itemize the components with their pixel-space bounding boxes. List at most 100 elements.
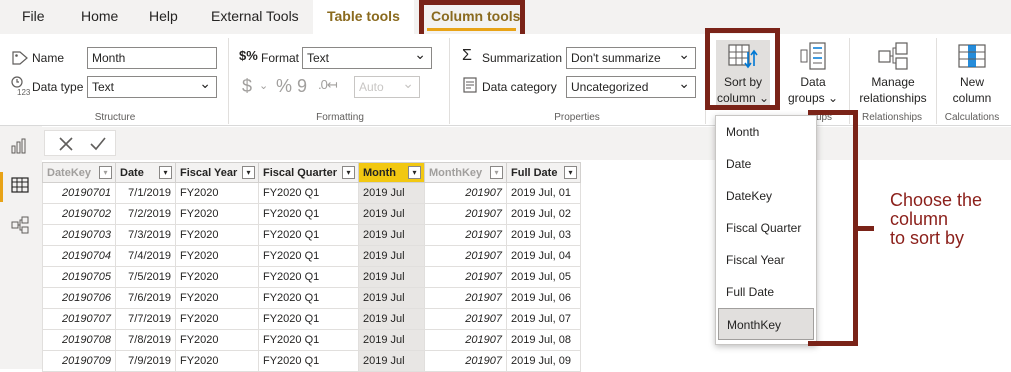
menu-item-full-date[interactable]: Full Date [716, 276, 816, 308]
column-header[interactable]: MonthKey ▾ [424, 162, 507, 183]
table-cell[interactable]: FY2020 Q1 [258, 266, 359, 288]
report-view-icon[interactable] [11, 138, 29, 154]
table-cell[interactable]: FY2020 Q1 [258, 182, 359, 204]
filter-dropdown-icon[interactable]: ▾ [342, 166, 355, 179]
filter-dropdown-icon[interactable]: ▾ [564, 166, 577, 179]
percent-button[interactable]: % [276, 76, 292, 97]
table-cell[interactable]: 201907 [424, 350, 507, 372]
data-groups-button[interactable]: Data groups ⌄ [786, 42, 840, 106]
filter-dropdown-icon[interactable]: ▾ [99, 166, 112, 179]
table-cell[interactable]: 2019 Jul, 05 [506, 266, 581, 288]
table-cell[interactable]: 2019 Jul, 02 [506, 203, 581, 225]
table-cell[interactable]: FY2020 Q1 [258, 287, 359, 309]
table-cell[interactable]: 7/5/2019 [115, 266, 176, 288]
menu-item-monthkey[interactable]: MonthKey [718, 308, 814, 340]
table-cell[interactable]: 201907 [424, 308, 507, 330]
table-cell[interactable]: 20190706 [42, 287, 116, 309]
close-icon[interactable] [58, 136, 74, 152]
table-cell[interactable]: 2019 Jul [358, 182, 425, 204]
table-cell[interactable]: FY2020 [175, 329, 259, 351]
chevron-down-icon[interactable]: ⌄ [259, 79, 268, 92]
table-cell[interactable]: 20190703 [42, 224, 116, 246]
table-cell[interactable]: 2019 Jul, 07 [506, 308, 581, 330]
table-cell[interactable]: 201907 [424, 329, 507, 351]
model-view-icon[interactable] [11, 216, 29, 234]
menu-item-fiscal-quarter[interactable]: Fiscal Quarter [716, 212, 816, 244]
table-cell[interactable]: 7/9/2019 [115, 350, 176, 372]
table-cell[interactable]: 2019 Jul [358, 350, 425, 372]
table-cell[interactable]: 2019 Jul, 04 [506, 245, 581, 267]
comma-style-button[interactable]: 9 [297, 76, 307, 97]
menu-item-month[interactable]: Month [716, 116, 816, 148]
table-cell[interactable]: 2019 Jul [358, 224, 425, 246]
column-header-selected[interactable]: Month ▾ [358, 162, 425, 183]
name-field[interactable]: Month [87, 47, 217, 69]
table-cell[interactable]: FY2020 Q1 [258, 245, 359, 267]
table-cell[interactable]: FY2020 [175, 308, 259, 330]
table-cell[interactable]: 2019 Jul, 06 [506, 287, 581, 309]
table-cell[interactable]: FY2020 Q1 [258, 329, 359, 351]
table-cell[interactable]: 2019 Jul, 08 [506, 329, 581, 351]
table-cell[interactable]: 20190704 [42, 245, 116, 267]
table-cell[interactable]: FY2020 Q1 [258, 224, 359, 246]
table-cell[interactable]: 7/8/2019 [115, 329, 176, 351]
table-cell[interactable]: FY2020 [175, 224, 259, 246]
table-cell[interactable]: 7/1/2019 [115, 182, 176, 204]
table-cell[interactable]: FY2020 [175, 203, 259, 225]
column-header[interactable]: Full Date ▾ [506, 162, 581, 183]
summarization-select[interactable]: Don't summarize [566, 44, 696, 69]
table-cell[interactable]: 7/6/2019 [115, 287, 176, 309]
table-cell[interactable]: 20190702 [42, 203, 116, 225]
filter-dropdown-icon[interactable]: ▾ [159, 166, 172, 179]
table-cell[interactable]: 20190708 [42, 329, 116, 351]
tab-table-tools[interactable]: Table tools [313, 0, 414, 38]
table-cell[interactable]: 2019 Jul [358, 266, 425, 288]
table-cell[interactable]: FY2020 [175, 287, 259, 309]
table-cell[interactable]: 2019 Jul [358, 203, 425, 225]
table-cell[interactable]: 2019 Jul [358, 287, 425, 309]
menu-item-date[interactable]: Date [716, 148, 816, 180]
column-header[interactable]: DateKey ▾ [42, 162, 116, 183]
table-cell[interactable]: 2019 Jul, 09 [506, 350, 581, 372]
filter-dropdown-icon[interactable]: ▾ [490, 166, 503, 179]
table-cell[interactable]: 20190701 [42, 182, 116, 204]
check-icon[interactable] [89, 136, 107, 152]
tab-external-tools[interactable]: External Tools [211, 0, 299, 34]
table-cell[interactable]: 20190709 [42, 350, 116, 372]
new-column-button[interactable]: New column [944, 42, 1000, 106]
data-category-select[interactable]: Uncategorized [566, 73, 696, 98]
table-cell[interactable]: FY2020 Q1 [258, 308, 359, 330]
filter-dropdown-icon[interactable]: ▾ [242, 166, 255, 179]
table-cell[interactable]: FY2020 Q1 [258, 203, 359, 225]
decimal-places-input[interactable]: Auto [354, 73, 420, 98]
table-cell[interactable]: 201907 [424, 203, 507, 225]
table-cell[interactable]: 2019 Jul, 03 [506, 224, 581, 246]
table-cell[interactable]: 20190707 [42, 308, 116, 330]
table-cell[interactable]: 2019 Jul [358, 245, 425, 267]
column-header[interactable]: Fiscal Quarter ▾ [258, 162, 359, 183]
table-cell[interactable]: 201907 [424, 245, 507, 267]
table-cell[interactable]: 201907 [424, 287, 507, 309]
tab-home[interactable]: Home [81, 0, 118, 34]
datatype-select[interactable]: Text [87, 73, 217, 98]
tab-file[interactable]: File [22, 0, 45, 34]
decimal-places-icon[interactable]: .0↤ [318, 77, 338, 93]
column-header[interactable]: Fiscal Year ▾ [175, 162, 259, 183]
table-cell[interactable]: 2019 Jul [358, 308, 425, 330]
tab-help[interactable]: Help [149, 0, 178, 34]
table-cell[interactable]: 201907 [424, 224, 507, 246]
table-cell[interactable]: FY2020 Q1 [258, 350, 359, 372]
table-cell[interactable]: 201907 [424, 266, 507, 288]
table-cell[interactable]: 7/2/2019 [115, 203, 176, 225]
table-cell[interactable]: 7/4/2019 [115, 245, 176, 267]
table-cell[interactable]: FY2020 [175, 266, 259, 288]
table-cell[interactable]: 201907 [424, 182, 507, 204]
table-cell[interactable]: FY2020 [175, 350, 259, 372]
table-cell[interactable]: 2019 Jul, 01 [506, 182, 581, 204]
data-view-icon[interactable] [11, 177, 29, 193]
table-cell[interactable]: FY2020 [175, 245, 259, 267]
menu-item-datekey[interactable]: DateKey [716, 180, 816, 212]
menu-item-fiscal-year[interactable]: Fiscal Year [716, 244, 816, 276]
column-header[interactable]: Date ▾ [115, 162, 176, 183]
table-cell[interactable]: FY2020 [175, 182, 259, 204]
